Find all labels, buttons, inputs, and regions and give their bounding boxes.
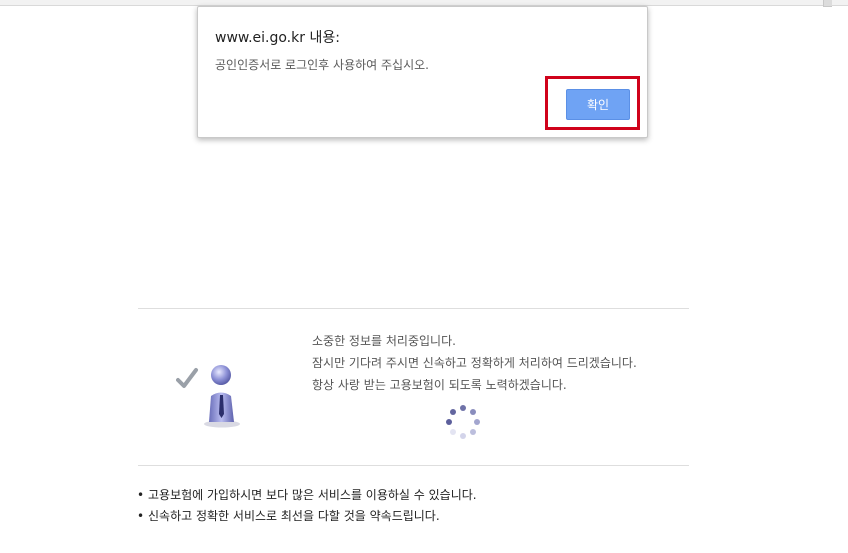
- ok-button[interactable]: 확인: [566, 89, 630, 120]
- alert-dialog: www.ei.go.kr 내용: 공인인증서로 로그인후 사용하여 주십시오. …: [197, 6, 648, 138]
- scrollbar-corner: [823, 0, 832, 7]
- list-item: • 신속하고 정확한 서비스로 최선을 다할 것을 약속드립니다.: [137, 508, 477, 529]
- notice-line-2: 잠시만 기다려 주시면 신속하고 정확하게 처리하여 드리겠습니다.: [312, 356, 637, 370]
- loading-spinner-icon: [446, 405, 480, 439]
- alert-message: 공인인증서로 로그인후 사용하여 주십시오.: [215, 58, 429, 72]
- bullet-icon: •: [137, 488, 145, 502]
- bullet-text: 고용보험에 가입하시면 보다 많은 서비스를 이용하실 수 있습니다.: [148, 488, 477, 502]
- info-bullet-list: • 고용보험에 가입하시면 보다 많은 서비스를 이용하실 수 있습니다. • 신속…: [137, 487, 477, 529]
- list-item: • 고용보험에 가입하시면 보다 많은 서비스를 이용하실 수 있습니다.: [137, 487, 477, 508]
- divider-bottom: [138, 465, 689, 466]
- notice-line-1: 소중한 정보를 처리중입니다.: [312, 334, 456, 348]
- person-checkmark-icon: [176, 365, 240, 428]
- divider-top: [138, 308, 689, 309]
- bullet-text: 신속하고 정확한 서비스로 최선을 다할 것을 약속드립니다.: [148, 509, 440, 523]
- bullet-icon: •: [137, 509, 145, 523]
- alert-title: www.ei.go.kr 내용:: [215, 30, 340, 46]
- notice-line-3: 항상 사랑 받는 고용보험이 되도록 노력하겠습니다.: [312, 378, 567, 392]
